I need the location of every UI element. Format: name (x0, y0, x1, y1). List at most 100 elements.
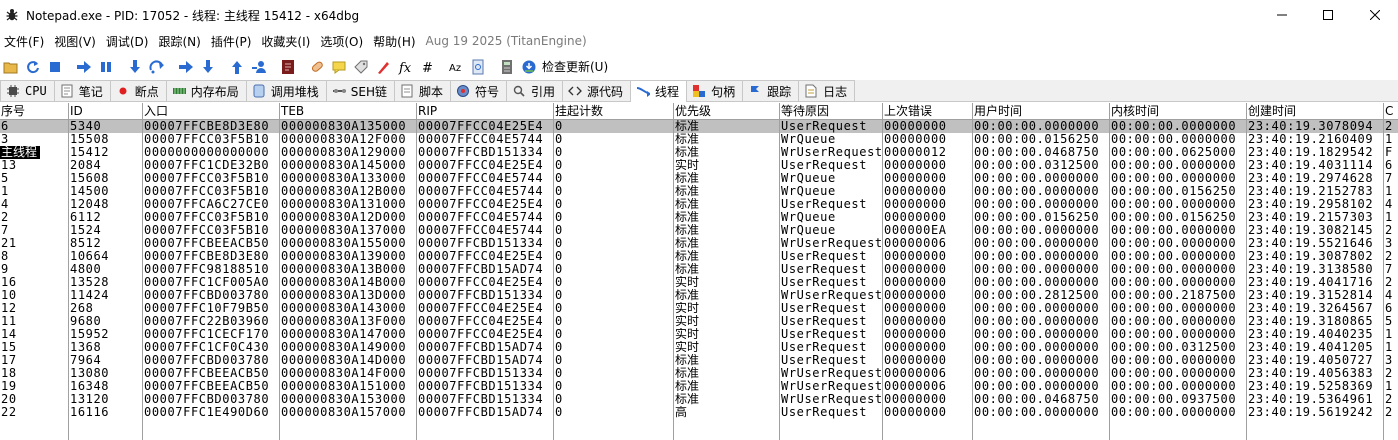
index-cell: 4 (1, 198, 9, 211)
comments-icon[interactable] (328, 56, 350, 78)
table-row[interactable]: 17 7964 00007FFCBD003780 000000830A14D000 00… (0, 354, 1398, 367)
col-last-error-header[interactable]: 上次错误 (883, 103, 973, 120)
column-divider[interactable] (972, 103, 973, 440)
col-id-header[interactable]: ID (69, 103, 143, 120)
col-index-header[interactable]: 序号 (0, 103, 69, 120)
table-row[interactable]: 20 13120 00007FFCBD003780 000000830A153000 0… (0, 393, 1398, 406)
col-teb-header[interactable]: TEB (280, 103, 417, 120)
execute-till-return-icon[interactable] (226, 56, 248, 78)
labels-icon[interactable] (350, 56, 372, 78)
table-row[interactable]: 19 16348 00007FFCBEEACB50 000000830A151000 0… (0, 380, 1398, 393)
col-user-time-header[interactable]: 用户时间 (973, 103, 1110, 120)
bookmarks-icon[interactable] (372, 56, 394, 78)
col-cpu-header[interactable]: C (1384, 103, 1398, 120)
table-row[interactable]: 22 16116 00007FFC1E490D60 000000830A157000 0… (0, 406, 1398, 419)
table-row[interactable]: 15 1368 00007FFC1CF0C430 000000830A149000 00… (0, 341, 1398, 354)
hash-icon[interactable]: # (416, 56, 438, 78)
menu-view[interactable]: 视图(V) (50, 33, 100, 50)
table-row[interactable]: 2 6112 00007FFCC03F5B10 000000830A12D000 000… (0, 211, 1398, 224)
open-icon[interactable] (0, 56, 22, 78)
tab-threads[interactable]: 线程 (630, 80, 688, 102)
col-entry-header[interactable]: 入口 (143, 103, 280, 120)
column-divider[interactable] (1109, 103, 1110, 440)
functions-icon[interactable]: fx (394, 56, 416, 78)
menu-favourites[interactable]: 收藏夹(I) (257, 33, 314, 50)
pause-icon[interactable] (95, 56, 117, 78)
table-row[interactable]: 6 5340 00007FFCBE8D3E80 000000830A135000 000… (0, 120, 1398, 133)
table-row[interactable]: 10 11424 00007FFCBD003780 000000830A13D000 0… (0, 289, 1398, 302)
maximize-button[interactable] (1305, 0, 1351, 30)
table-row[interactable]: 主线程 15412 0000000000000000 000000830A129000… (0, 146, 1398, 159)
step-into-icon[interactable] (124, 56, 146, 78)
col-kernel-time-header[interactable]: 内核时间 (1110, 103, 1247, 120)
menu-file[interactable]: 文件(F) (0, 33, 48, 50)
table-row[interactable]: 21 8512 00007FFCBEEACB50 000000830A155000 00… (0, 237, 1398, 250)
col-suspend-count-header[interactable]: 挂起计数 (554, 103, 674, 120)
table-row[interactable]: 1 14500 00007FFCC03F5B10 000000830A12B000 00… (0, 185, 1398, 198)
calculator-icon[interactable] (496, 56, 518, 78)
tab-references[interactable]: 引用 (506, 80, 564, 101)
tab-breakpoints[interactable]: 断点 (109, 80, 167, 101)
column-divider[interactable] (673, 103, 674, 440)
check-update-label[interactable]: 检查更新(U) (542, 58, 608, 75)
cpu-cell: 2 (1385, 406, 1393, 419)
priority-cell: 实时 (675, 341, 700, 354)
find-icon[interactable] (467, 56, 489, 78)
tab-handles[interactable]: 句柄 (686, 80, 744, 101)
column-divider[interactable] (553, 103, 554, 440)
minimize-button[interactable] (1259, 0, 1305, 30)
column-divider[interactable] (279, 103, 280, 440)
threads-table[interactable]: 序号 ID 入口 TEB RIP 挂起计数 优先级 等待原因 上次错误 用户时间 内核时间 创建时间 C… (0, 103, 1398, 440)
menu-trace[interactable]: 跟踪(N) (154, 33, 204, 50)
column-divider[interactable] (1383, 103, 1384, 440)
tab-source[interactable]: 源代码 (562, 80, 632, 101)
tab-trace[interactable]: 跟踪 (742, 80, 800, 101)
tab-log[interactable]: 日志 (798, 80, 856, 101)
table-row[interactable]: 13 2084 00007FFC1CDE32B0 000000830A145000 00… (0, 159, 1398, 172)
update-icon[interactable] (518, 56, 540, 78)
step-over-icon[interactable] (146, 56, 168, 78)
trace-into-icon[interactable] (175, 56, 197, 78)
table-row[interactable]: 16 13528 00007FFC1CF005A0 000000830A14B000 0… (0, 276, 1398, 289)
col-priority-header[interactable]: 优先级 (674, 103, 780, 120)
column-divider[interactable] (68, 103, 69, 440)
tab-memory-map[interactable]: 内存布局 (165, 80, 247, 101)
tab-cpu[interactable]: CPU (0, 80, 55, 101)
restart-icon[interactable] (22, 56, 44, 78)
run-to-user-code-icon[interactable] (248, 56, 270, 78)
scylla-icon[interactable] (277, 56, 299, 78)
table-row[interactable]: 8 10664 00007FFCBE8D3E80 000000830A139000 00… (0, 250, 1398, 263)
column-divider[interactable] (882, 103, 883, 440)
col-wait-reason-header[interactable]: 等待原因 (780, 103, 883, 120)
patch-icon[interactable] (306, 56, 328, 78)
table-row[interactable]: 18 13080 00007FFCBEEACB50 000000830A14F000 0… (0, 367, 1398, 380)
run-icon[interactable] (73, 56, 95, 78)
menu-options[interactable]: 选项(O) (316, 33, 367, 50)
menu-plugins[interactable]: 插件(P) (207, 33, 256, 50)
table-row[interactable]: 9 4800 00007FFC98188510 000000830A13B000 000… (0, 263, 1398, 276)
table-row[interactable]: 7 1524 00007FFCC03F5B10 000000830A137000 000… (0, 224, 1398, 237)
stop-icon[interactable] (44, 56, 66, 78)
table-row[interactable]: 3 15508 00007FFCC03F5B10 000000830A12F000 00… (0, 133, 1398, 146)
tab-notes[interactable]: 笔记 (53, 80, 111, 101)
tab-seh-chain[interactable]: SEH链 (325, 80, 395, 101)
menu-debug[interactable]: 调试(D) (102, 33, 153, 50)
col-create-time-header[interactable]: 创建时间 (1247, 103, 1384, 120)
menu-help[interactable]: 帮助(H) (369, 33, 419, 50)
col-rip-header[interactable]: RIP (417, 103, 554, 120)
tab-symbols[interactable]: 符号 (450, 80, 508, 101)
tab-script[interactable]: 脚本 (393, 80, 451, 101)
strings-icon[interactable]: Az (445, 56, 467, 78)
table-row[interactable]: 14 15952 00007FFC1CECF170 000000830A147000 0… (0, 328, 1398, 341)
column-divider[interactable] (779, 103, 780, 440)
trace-over-icon[interactable] (197, 56, 219, 78)
table-row[interactable]: 4 12048 00007FFCA6C27CE0 000000830A131000 00… (0, 198, 1398, 211)
close-button[interactable] (1352, 0, 1398, 30)
table-row[interactable]: 5 15608 00007FFCC03F5B10 000000830A133000 00… (0, 172, 1398, 185)
column-divider[interactable] (142, 103, 143, 440)
tab-call-stack[interactable]: 调用堆栈 (245, 80, 327, 101)
table-row[interactable]: 11 9680 00007FFC22B03960 000000830A13F000 00… (0, 315, 1398, 328)
table-row[interactable]: 12 268 00007FFC10F79B50 000000830A143000 000… (0, 302, 1398, 315)
column-divider[interactable] (1246, 103, 1247, 440)
column-divider[interactable] (416, 103, 417, 440)
